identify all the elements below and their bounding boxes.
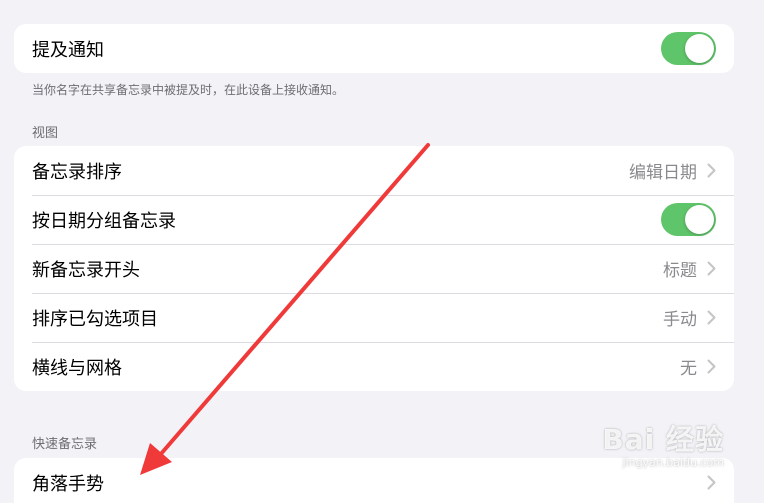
group-by-date-label: 按日期分组备忘录 xyxy=(32,210,176,232)
sort-checked-items-label: 排序已勾选项目 xyxy=(32,308,158,330)
toggle-knob xyxy=(685,34,714,63)
lines-grids-value: 无 xyxy=(680,359,697,379)
lines-grids-label: 横线与网格 xyxy=(32,357,122,379)
mention-notifications-row[interactable]: 提及通知 xyxy=(14,24,734,73)
chevron-right-icon xyxy=(707,359,716,374)
chevron-right-icon xyxy=(707,163,716,178)
sort-checked-items-row[interactable]: 排序已勾选项目 手动 xyxy=(14,293,734,342)
group-by-date-row[interactable]: 按日期分组备忘录 xyxy=(14,195,734,244)
chevron-right-icon xyxy=(707,261,716,276)
sort-checked-items-value: 手动 xyxy=(663,310,697,330)
sort-notes-value: 编辑日期 xyxy=(629,163,697,183)
mention-footnote: 当你名字在共享备忘录中被提及时，在此设备上接收通知。 xyxy=(32,83,345,97)
new-note-start-label: 新备忘录开头 xyxy=(32,259,140,281)
baidu-watermark: Bai 经验 jingyan.baidu.com xyxy=(602,418,724,469)
new-note-start-row[interactable]: 新备忘录开头 标题 xyxy=(14,244,734,293)
sort-notes-row[interactable]: 备忘录排序 编辑日期 xyxy=(14,146,734,195)
mention-notifications-toggle[interactable] xyxy=(661,32,716,65)
new-note-start-value: 标题 xyxy=(663,261,697,281)
mention-group: 提及通知 xyxy=(14,24,734,73)
mention-notifications-label: 提及通知 xyxy=(32,39,104,61)
toggle-knob xyxy=(685,205,714,234)
watermark-brand: Bai 经验 xyxy=(602,423,724,456)
view-group: 备忘录排序 编辑日期 按日期分组备忘录 新备忘录开头 标题 排序已勾选项目 手动… xyxy=(14,146,734,391)
corner-gestures-label: 角落手势 xyxy=(32,473,104,495)
group-by-date-toggle[interactable] xyxy=(661,203,716,236)
sort-notes-label: 备忘录排序 xyxy=(32,161,122,183)
chevron-right-icon xyxy=(707,310,716,325)
view-section-header: 视图 xyxy=(32,126,59,141)
lines-grids-row[interactable]: 横线与网格 无 xyxy=(14,342,734,391)
chevron-right-icon xyxy=(707,475,716,490)
quick-notes-section-header: 快速备忘录 xyxy=(32,437,98,452)
